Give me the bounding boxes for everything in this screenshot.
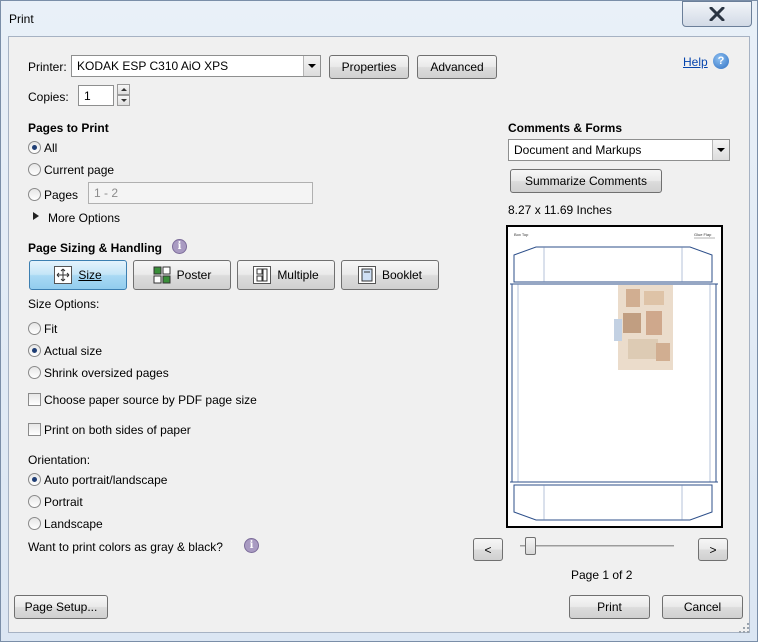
expand-triangle-icon[interactable] — [32, 211, 40, 221]
copies-value: 1 — [84, 88, 91, 103]
checkbox-paper-source[interactable] — [28, 393, 41, 406]
page-sizing-heading: Page Sizing & Handling — [28, 241, 163, 255]
pages-range-input[interactable]: 1 - 2 — [88, 182, 313, 204]
printer-select-value: KODAK ESP C310 AiO XPS — [77, 59, 229, 73]
copies-increment[interactable] — [117, 84, 130, 95]
booklet-button[interactable]: Booklet — [341, 260, 439, 290]
radio-current-page-label: Current page — [44, 163, 115, 177]
preview-header-right: Glue Flap — [694, 232, 712, 237]
radio-portrait[interactable] — [28, 495, 41, 508]
radio-fit-label: Fit — [44, 322, 58, 336]
close-icon — [709, 7, 725, 21]
poster-button[interactable]: Poster — [133, 260, 231, 290]
radio-all[interactable] — [28, 141, 41, 154]
preview-page-graphic: Box Top Glue Flap — [508, 227, 721, 526]
comments-forms-value: Document and Markups — [514, 143, 642, 157]
multiple-icon — [253, 266, 272, 284]
resize-grip-icon[interactable] — [738, 622, 750, 634]
printer-label: Printer: — [28, 60, 67, 74]
radio-shrink-oversized-label: Shrink oversized pages — [44, 366, 169, 380]
comments-forms-select[interactable]: Document and Markups — [508, 139, 730, 161]
booklet-button-label: Booklet — [381, 268, 423, 282]
radio-all-label: All — [44, 141, 58, 155]
orientation-label: Orientation: — [28, 453, 91, 467]
page-size-readout: 8.27 x 11.69 Inches — [508, 203, 612, 217]
size-button-label: Size — [78, 268, 102, 282]
window-title: Print — [9, 12, 34, 26]
help-link[interactable]: Help — [683, 55, 708, 69]
info-icon[interactable]: i — [244, 538, 259, 553]
properties-button[interactable]: Properties — [329, 55, 409, 79]
preview-header-left: Box Top — [514, 232, 529, 237]
summarize-comments-button[interactable]: Summarize Comments — [510, 169, 662, 193]
info-icon[interactable]: i — [172, 239, 187, 254]
radio-fit[interactable] — [28, 322, 41, 335]
chevron-down-icon — [712, 140, 729, 160]
page-slider-thumb[interactable] — [525, 537, 536, 555]
copies-input[interactable]: 1 — [78, 85, 114, 106]
multiple-button-label: Multiple — [277, 268, 319, 282]
prev-page-button[interactable]: < — [473, 538, 503, 561]
radio-pages-label: Pages — [44, 188, 79, 202]
checkbox-both-sides-label: Print on both sides of paper — [44, 423, 191, 437]
radio-actual-size[interactable] — [28, 344, 41, 357]
gray-black-question: Want to print colors as gray & black? — [28, 540, 223, 554]
poster-icon — [153, 266, 171, 284]
page-indicator: Page 1 of 2 — [571, 568, 633, 582]
close-button[interactable] — [682, 1, 752, 27]
cancel-button[interactable]: Cancel — [662, 595, 743, 619]
checkbox-paper-source-label: Choose paper source by PDF page size — [44, 393, 257, 407]
advanced-button[interactable]: Advanced — [417, 55, 497, 79]
radio-shrink-oversized[interactable] — [28, 366, 41, 379]
booklet-icon — [357, 266, 376, 284]
more-options-toggle[interactable]: More Options — [48, 211, 120, 225]
radio-pages[interactable] — [28, 188, 41, 201]
next-page-button[interactable]: > — [698, 538, 728, 561]
radio-landscape[interactable] — [28, 517, 41, 530]
page-setup-button[interactable]: Page Setup... — [14, 595, 108, 619]
chevron-down-icon — [303, 56, 320, 76]
pages-to-print-heading: Pages to Print — [28, 121, 109, 135]
radio-actual-size-label: Actual size — [44, 344, 103, 358]
print-button[interactable]: Print — [569, 595, 650, 619]
pages-range-placeholder: 1 - 2 — [94, 186, 119, 200]
size-button[interactable]: Size — [29, 260, 127, 290]
size-options-label: Size Options: — [28, 297, 100, 311]
radio-auto-orientation[interactable] — [28, 473, 41, 486]
page-slider-track[interactable] — [520, 545, 674, 547]
multiple-button[interactable]: Multiple — [237, 260, 335, 290]
comments-forms-heading: Comments & Forms — [508, 121, 623, 135]
radio-portrait-label: Portrait — [44, 495, 83, 509]
copies-decrement[interactable] — [117, 95, 130, 106]
radio-auto-orientation-label: Auto portrait/landscape — [44, 473, 168, 487]
checkbox-both-sides[interactable] — [28, 423, 41, 436]
poster-button-label: Poster — [176, 268, 212, 282]
help-icon[interactable]: ? — [713, 53, 729, 69]
printer-select[interactable]: KODAK ESP C310 AiO XPS — [71, 55, 321, 77]
copies-label: Copies: — [28, 90, 69, 104]
size-icon — [54, 266, 73, 284]
radio-current-page[interactable] — [28, 163, 41, 176]
radio-landscape-label: Landscape — [44, 517, 103, 531]
print-preview: Box Top Glue Flap — [506, 225, 723, 528]
